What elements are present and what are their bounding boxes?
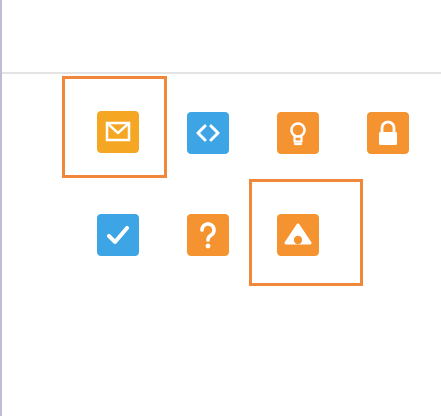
code-icon xyxy=(187,112,229,154)
lightbulb-icon-button[interactable] xyxy=(277,112,319,154)
header-divider xyxy=(2,72,441,74)
mail-icon xyxy=(97,111,139,153)
question-mark-icon xyxy=(187,214,229,256)
triangle-alert-icon-button[interactable] xyxy=(277,214,319,256)
mail-icon-button[interactable] xyxy=(97,111,139,153)
checkmark-icon xyxy=(97,214,139,256)
lock-icon-button[interactable] xyxy=(367,112,409,154)
question-mark-icon-button[interactable] xyxy=(187,214,229,256)
lightbulb-icon xyxy=(277,112,319,154)
lock-icon xyxy=(367,112,409,154)
left-border xyxy=(0,0,2,416)
code-icon-button[interactable] xyxy=(187,112,229,154)
checkmark-icon-button[interactable] xyxy=(97,214,139,256)
triangle-alert-icon xyxy=(277,214,319,256)
screen xyxy=(0,0,441,416)
